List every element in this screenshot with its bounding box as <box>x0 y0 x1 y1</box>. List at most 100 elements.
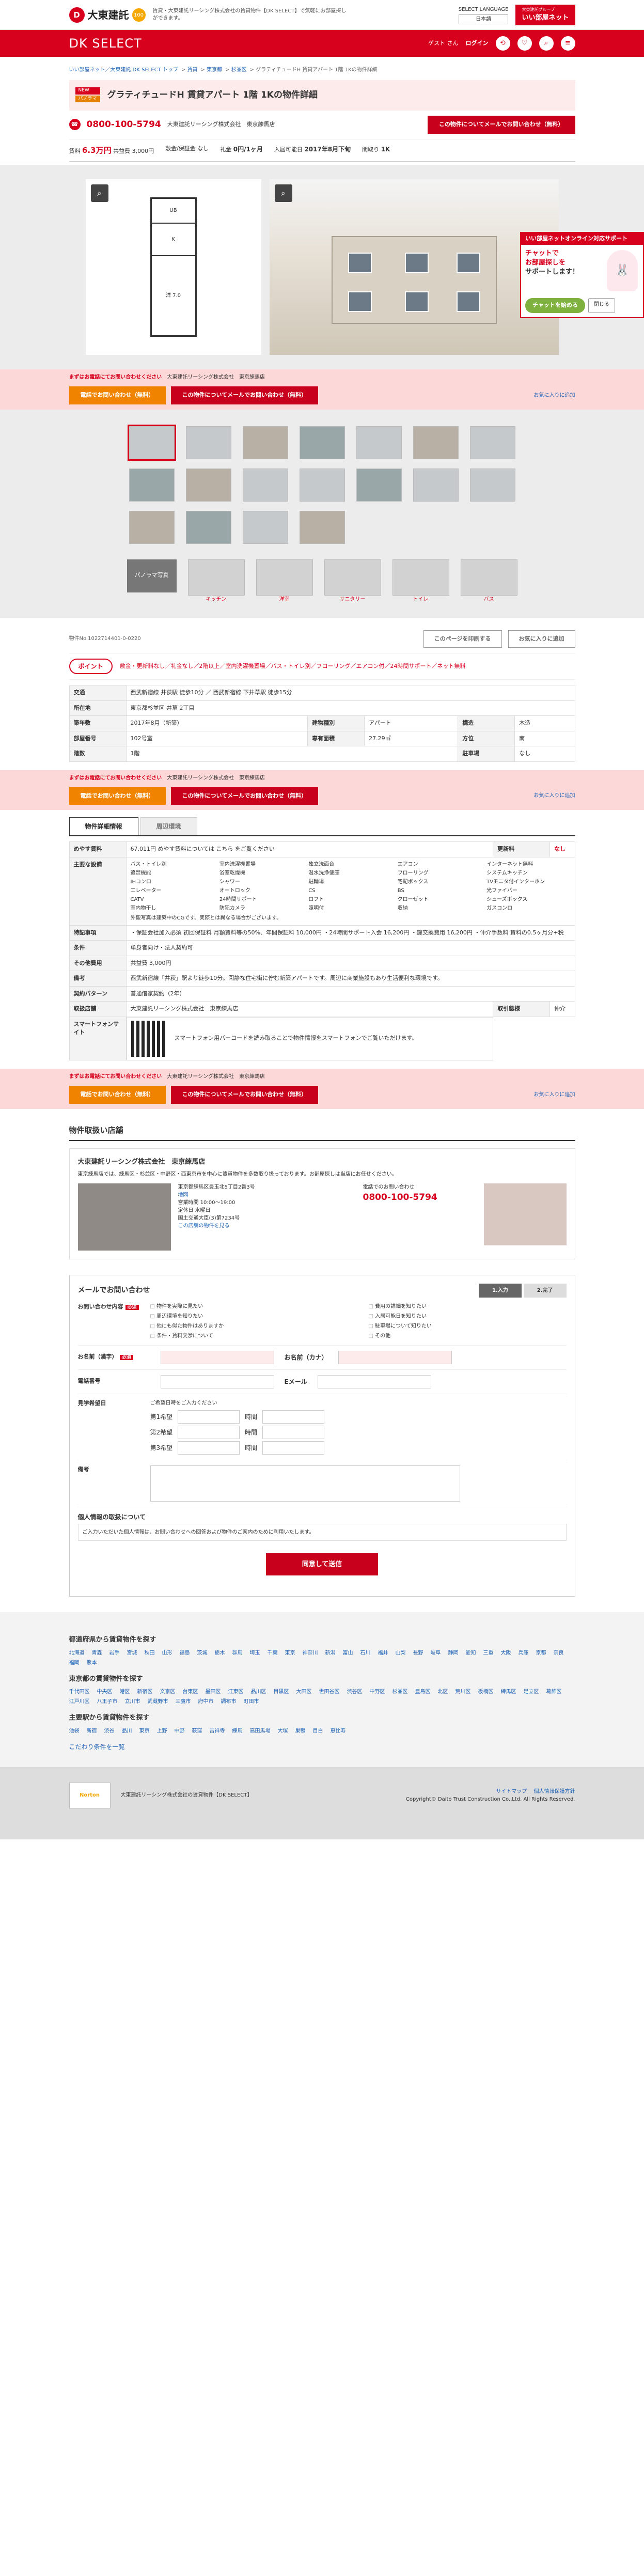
prefecture-link[interactable]: 三重 <box>483 1649 494 1657</box>
ward-link[interactable]: 葛飾区 <box>546 1688 562 1696</box>
history-icon[interactable]: ⟲ <box>495 36 510 51</box>
time-select[interactable] <box>262 1425 325 1439</box>
ward-link[interactable]: 府中市 <box>198 1698 214 1706</box>
prefecture-link[interactable]: 石川 <box>360 1649 371 1657</box>
language-select[interactable]: 日本語 <box>458 14 509 24</box>
kana-input[interactable] <box>338 1350 452 1364</box>
time-select[interactable] <box>262 1441 325 1455</box>
thumbnail[interactable] <box>299 426 345 459</box>
zoom-icon[interactable]: ⌕ <box>274 184 292 202</box>
thumbnail[interactable] <box>129 468 175 502</box>
login-link[interactable]: ログイン <box>466 39 489 48</box>
name-input[interactable] <box>160 1350 274 1364</box>
ward-link[interactable]: 品川区 <box>251 1688 266 1696</box>
ward-link[interactable]: 武蔵野市 <box>148 1698 168 1706</box>
shop-map-link[interactable]: 地図 <box>178 1192 189 1198</box>
checkbox-option[interactable]: 駐車場について知りたい <box>369 1322 567 1330</box>
ward-link[interactable]: 渋谷区 <box>347 1688 363 1696</box>
prefecture-link[interactable]: 北海道 <box>69 1649 85 1657</box>
zoom-icon[interactable]: ⌕ <box>90 184 108 202</box>
station-link[interactable]: 恵比寿 <box>331 1727 346 1735</box>
language-selector[interactable]: SELECT LANGUAGE 日本語 <box>458 6 509 24</box>
station-link[interactable]: 東京 <box>139 1727 150 1735</box>
checkbox-option[interactable]: 入居可能日を知りたい <box>369 1313 567 1320</box>
ward-link[interactable]: 八王子市 <box>97 1698 118 1706</box>
notes-textarea[interactable] <box>150 1465 460 1502</box>
prefecture-link[interactable]: 茨城 <box>197 1649 208 1657</box>
mail-inquiry-button[interactable]: この物件についてメールでお問い合わせ（無料） <box>427 116 575 134</box>
phone-number[interactable]: 0800-100-5794 <box>87 118 161 132</box>
prefecture-link[interactable]: 奈良 <box>554 1649 564 1657</box>
prefecture-link[interactable]: 福岡 <box>69 1659 80 1667</box>
station-link[interactable]: 吉祥寺 <box>210 1727 225 1735</box>
ward-link[interactable]: 墨田区 <box>206 1688 221 1696</box>
ward-link[interactable]: 台東区 <box>183 1688 198 1696</box>
call-button[interactable]: 電話でお問い合わせ（無料） <box>69 787 166 805</box>
mail-button[interactable]: この物件についてメールでお問い合わせ（無料） <box>170 386 319 404</box>
prefecture-link[interactable]: 埼玉 <box>250 1649 260 1657</box>
thumbnail[interactable] <box>242 426 288 459</box>
favorite-link[interactable]: お気に入りに追加 <box>534 1091 575 1099</box>
checkbox-option[interactable]: 費用の詳細を知りたい <box>369 1303 567 1310</box>
thumbnail[interactable] <box>356 426 402 459</box>
prefecture-link[interactable]: 長野 <box>413 1649 423 1657</box>
prefecture-link[interactable]: 青森 <box>92 1649 102 1657</box>
prefecture-link[interactable]: 静岡 <box>448 1649 459 1657</box>
prefecture-link[interactable]: 山形 <box>162 1649 172 1657</box>
station-link[interactable]: 池袋 <box>69 1727 80 1735</box>
ward-link[interactable]: 調布市 <box>221 1698 237 1706</box>
tab-info[interactable]: 物件詳細情報 <box>69 817 138 835</box>
thumbnail[interactable] <box>185 426 231 459</box>
ward-link[interactable]: 荒川区 <box>455 1688 471 1696</box>
tab-area[interactable]: 周辺環境 <box>140 817 197 835</box>
date-input[interactable] <box>178 1441 240 1455</box>
ward-link[interactable]: 中央区 <box>97 1688 113 1696</box>
ward-link[interactable]: 港区 <box>120 1688 130 1696</box>
station-link[interactable]: 渋谷 <box>104 1727 115 1735</box>
prefecture-link[interactable]: 岐阜 <box>431 1649 441 1657</box>
station-link[interactable]: 巣鴨 <box>295 1727 306 1735</box>
checkbox-option[interactable]: 周辺環境を知りたい <box>150 1313 348 1320</box>
thumbnail[interactable] <box>185 510 231 544</box>
prefecture-link[interactable]: 福井 <box>378 1649 388 1657</box>
ward-link[interactable]: 中野区 <box>370 1688 385 1696</box>
panorama-item[interactable]: サニタリー <box>324 559 381 603</box>
station-link[interactable]: 練馬 <box>232 1727 243 1735</box>
norton-seal-icon[interactable]: Norton <box>69 1782 111 1808</box>
call-button[interactable]: 電話でお問い合わせ（無料） <box>69 1086 166 1104</box>
thumbnail[interactable] <box>299 468 345 502</box>
prefecture-link[interactable]: 岩手 <box>109 1649 120 1657</box>
ward-link[interactable]: 世田谷区 <box>319 1688 340 1696</box>
ward-link[interactable]: 千代田区 <box>69 1688 90 1696</box>
brand-name[interactable]: DK SELECT <box>69 34 142 53</box>
submit-button[interactable]: 同意して送信 <box>265 1553 379 1575</box>
prefecture-link[interactable]: 新潟 <box>325 1649 336 1657</box>
heart-icon[interactable]: ♡ <box>517 36 532 51</box>
thumbnail[interactable] <box>356 468 402 502</box>
search-icon[interactable]: ⌕ <box>539 36 554 51</box>
station-link[interactable]: 大塚 <box>278 1727 288 1735</box>
prefecture-link[interactable]: 宮城 <box>127 1649 137 1657</box>
prefecture-link[interactable]: 熊本 <box>87 1659 97 1667</box>
chat-start-button[interactable]: チャットを始める <box>525 298 585 313</box>
prefecture-link[interactable]: 山梨 <box>396 1649 406 1657</box>
ward-link[interactable]: 江戸川区 <box>69 1698 90 1706</box>
prefecture-link[interactable]: 福島 <box>180 1649 190 1657</box>
partner-logo[interactable]: 大東建託グループ いい部屋ネット <box>515 5 575 25</box>
prefecture-link[interactable]: 群馬 <box>232 1649 243 1657</box>
ward-link[interactable]: 三鷹市 <box>176 1698 191 1706</box>
prefecture-link[interactable]: 愛知 <box>466 1649 476 1657</box>
site-logo[interactable]: D 大東建託 100 <box>69 7 146 23</box>
favorite-link[interactable]: お気に入りに追加 <box>534 792 575 800</box>
station-link[interactable]: 目白 <box>313 1727 323 1735</box>
thumbnail[interactable] <box>413 426 459 459</box>
station-link[interactable]: 高田馬場 <box>250 1727 271 1735</box>
ward-link[interactable]: 豊島区 <box>415 1688 431 1696</box>
mail-button[interactable]: この物件についてメールでお問い合わせ（無料） <box>170 1086 319 1104</box>
ward-link[interactable]: 江東区 <box>228 1688 244 1696</box>
breadcrumb-item[interactable]: 賃貸 <box>187 67 198 73</box>
ward-link[interactable]: 目黒区 <box>274 1688 289 1696</box>
thumbnail[interactable] <box>299 510 345 544</box>
breadcrumb-item[interactable]: いい部屋ネット／大東建託 DK SELECT トップ <box>69 67 178 73</box>
panorama-item[interactable]: キッチン <box>187 559 245 603</box>
